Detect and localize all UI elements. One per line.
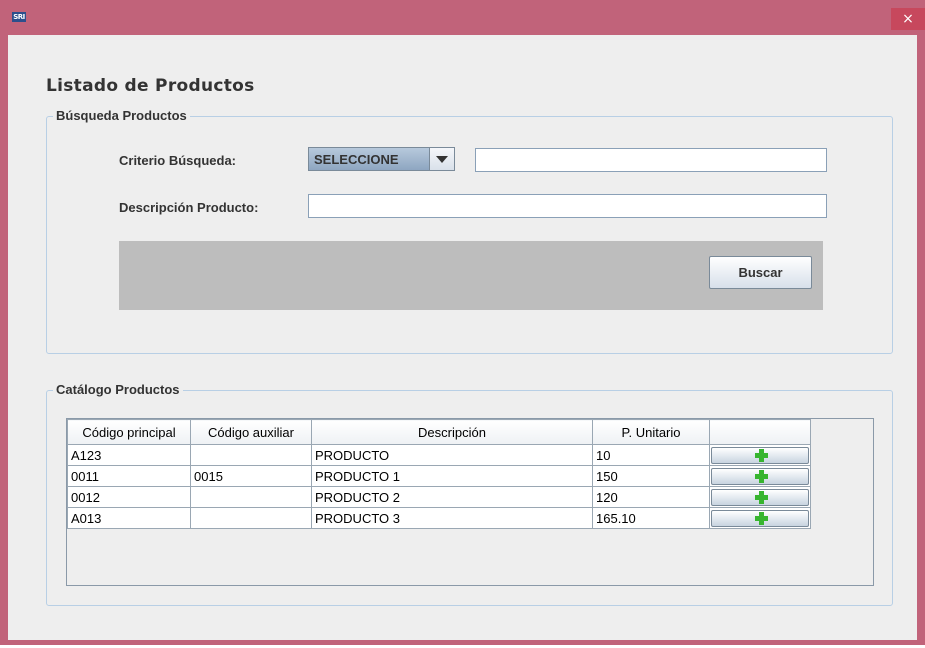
chevron-down-icon [436, 156, 448, 163]
cell-codigo-auxiliar[interactable] [190, 444, 312, 466]
description-input[interactable] [308, 194, 827, 218]
column-header-descripcion[interactable]: Descripción [311, 419, 593, 445]
cell-descripcion[interactable]: PRODUCTO [311, 444, 593, 466]
table-row[interactable]: A013 PRODUCTO 3 165.10 [67, 507, 811, 529]
add-product-button[interactable] [711, 467, 809, 485]
products-table: Código principal Código auxiliar Descrip… [67, 419, 811, 529]
add-product-button[interactable] [711, 446, 809, 464]
criteria-selected-value: SELECCIONE [314, 152, 399, 167]
add-product-button[interactable] [711, 509, 809, 527]
column-header-action[interactable] [709, 419, 811, 445]
cell-precio[interactable]: 10 [592, 444, 710, 466]
plus-icon [755, 448, 768, 462]
cell-precio[interactable]: 150 [592, 465, 710, 487]
cell-precio[interactable]: 165.10 [592, 507, 710, 529]
cell-codigo-auxiliar[interactable] [190, 507, 312, 529]
app-logo-icon: SRI [12, 12, 26, 22]
application-window: SRI × Listado de Productos Búsqueda Prod… [0, 0, 925, 645]
products-table-scrollpane[interactable]: Código principal Código auxiliar Descrip… [66, 418, 874, 586]
column-header-codigo-principal[interactable]: Código principal [67, 419, 191, 445]
cell-codigo-principal[interactable]: A123 [67, 444, 191, 466]
cell-codigo-principal[interactable]: A013 [67, 507, 191, 529]
cell-descripcion[interactable]: PRODUCTO 2 [311, 486, 593, 508]
title-bar[interactable]: SRI × [0, 0, 925, 35]
cell-codigo-principal[interactable]: 0011 [67, 465, 191, 487]
dropdown-button[interactable] [429, 148, 454, 170]
cell-action [709, 465, 811, 487]
table-row[interactable]: 0012 PRODUCTO 2 120 [67, 486, 811, 508]
close-button[interactable]: × [891, 8, 925, 30]
criteria-dropdown[interactable]: SELECCIONE [308, 147, 455, 171]
add-product-button[interactable] [711, 488, 809, 506]
plus-icon [755, 511, 768, 525]
search-group-title: Búsqueda Productos [53, 108, 190, 123]
cell-descripcion[interactable]: PRODUCTO 3 [311, 507, 593, 529]
table-header-row: Código principal Código auxiliar Descrip… [67, 419, 811, 445]
cell-action [709, 486, 811, 508]
column-header-codigo-auxiliar[interactable]: Código auxiliar [190, 419, 312, 445]
catalog-group-title: Catálogo Productos [53, 382, 183, 397]
table-row[interactable]: A123 PRODUCTO 10 [67, 444, 811, 466]
description-label: Descripción Producto: [119, 200, 259, 215]
page-title: Listado de Productos [46, 76, 255, 96]
cell-codigo-principal[interactable]: 0012 [67, 486, 191, 508]
cell-action [709, 507, 811, 529]
criteria-label: Criterio Búsqueda: [119, 153, 237, 168]
column-header-precio-unitario[interactable]: P. Unitario [592, 419, 710, 445]
table-row[interactable]: 0011 0015 PRODUCTO 1 150 [67, 465, 811, 487]
plus-icon [755, 490, 768, 504]
cell-codigo-auxiliar[interactable]: 0015 [190, 465, 312, 487]
window-content: Listado de Productos Búsqueda Productos … [8, 35, 917, 640]
plus-icon [755, 469, 768, 483]
cell-precio[interactable]: 120 [592, 486, 710, 508]
cell-action [709, 444, 811, 466]
cell-codigo-auxiliar[interactable] [190, 486, 312, 508]
search-button[interactable]: Buscar [709, 256, 812, 289]
cell-descripcion[interactable]: PRODUCTO 1 [311, 465, 593, 487]
criteria-search-input[interactable] [475, 148, 827, 172]
